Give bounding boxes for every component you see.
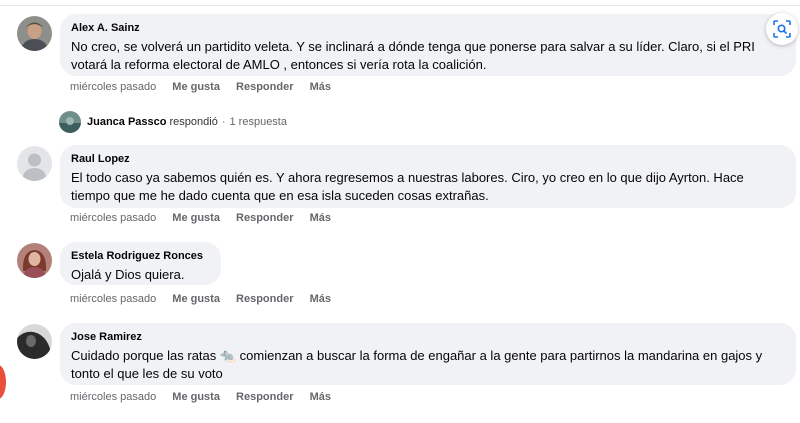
avatar[interactable] [17, 146, 52, 181]
more-button[interactable]: Más [310, 212, 331, 224]
reply-verb: respondió [169, 116, 218, 128]
visual-search-icon [773, 20, 791, 38]
reply-button[interactable]: Responder [236, 212, 293, 224]
comment-time[interactable]: miércoles pasado [70, 212, 156, 224]
comment-author[interactable]: Jose Ramirez [71, 330, 784, 344]
like-button[interactable]: Me gusta [172, 81, 220, 93]
comment-time[interactable]: miércoles pasado [70, 81, 156, 93]
like-button[interactable]: Me gusta [172, 212, 220, 224]
more-button[interactable]: Más [310, 391, 331, 403]
reply-button[interactable]: Responder [236, 293, 293, 305]
comment-text: No creo, se volverá un partidito veleta.… [71, 39, 755, 72]
edge-notification-dot [0, 365, 6, 399]
comment-actions: miércoles pasado Me gusta Responder Más [70, 292, 344, 306]
comment-bubble: Jose Ramirez Cuidado porque las ratas 🐀 … [60, 323, 796, 385]
reply-author: Juanca Passco [87, 116, 167, 128]
reply-button[interactable]: Responder [236, 391, 293, 403]
comment-actions: miércoles pasado Me gusta Responder Más [70, 390, 344, 404]
comment-text: Cuidado porque las ratas 🐀 comienzan a b… [71, 348, 763, 381]
more-button[interactable]: Más [310, 293, 331, 305]
comment-author[interactable]: Alex A. Sainz [71, 21, 784, 35]
like-button[interactable]: Me gusta [172, 391, 220, 403]
visual-search-button[interactable] [766, 13, 798, 45]
comment-author[interactable]: Raul Lopez [71, 152, 784, 166]
more-button[interactable]: Más [310, 81, 331, 93]
comment-actions: miércoles pasado Me gusta Responder Más [70, 80, 344, 94]
reply-separator: · [221, 116, 226, 128]
reply-button[interactable]: Responder [236, 81, 293, 93]
comment-actions: miércoles pasado Me gusta Responder Más [70, 211, 344, 225]
avatar[interactable] [17, 243, 52, 278]
comment-text: Ojalá y Dios quiera. [71, 267, 185, 282]
top-divider [0, 5, 800, 6]
like-button[interactable]: Me gusta [172, 293, 220, 305]
comment-bubble: Alex A. Sainz No creo, se volverá un par… [60, 14, 796, 76]
comment-text: El todo caso ya sabemos quién es. Y ahor… [71, 170, 744, 203]
comment-time[interactable]: miércoles pasado [70, 391, 156, 403]
comment-author[interactable]: Estela Rodriguez Ronces [71, 249, 209, 263]
comment-bubble: Estela Rodriguez Ronces Ojalá y Dios qui… [60, 242, 221, 285]
view-replies-link[interactable]: Juanca Passco respondió · 1 respuesta [59, 111, 287, 133]
avatar[interactable] [17, 16, 52, 51]
comment-time[interactable]: miércoles pasado [70, 293, 156, 305]
reply-count: 1 respuesta [229, 116, 287, 128]
comment-bubble: Raul Lopez El todo caso ya sabemos quién… [60, 145, 796, 208]
avatar[interactable] [17, 324, 52, 359]
reply-avatar [59, 111, 81, 133]
